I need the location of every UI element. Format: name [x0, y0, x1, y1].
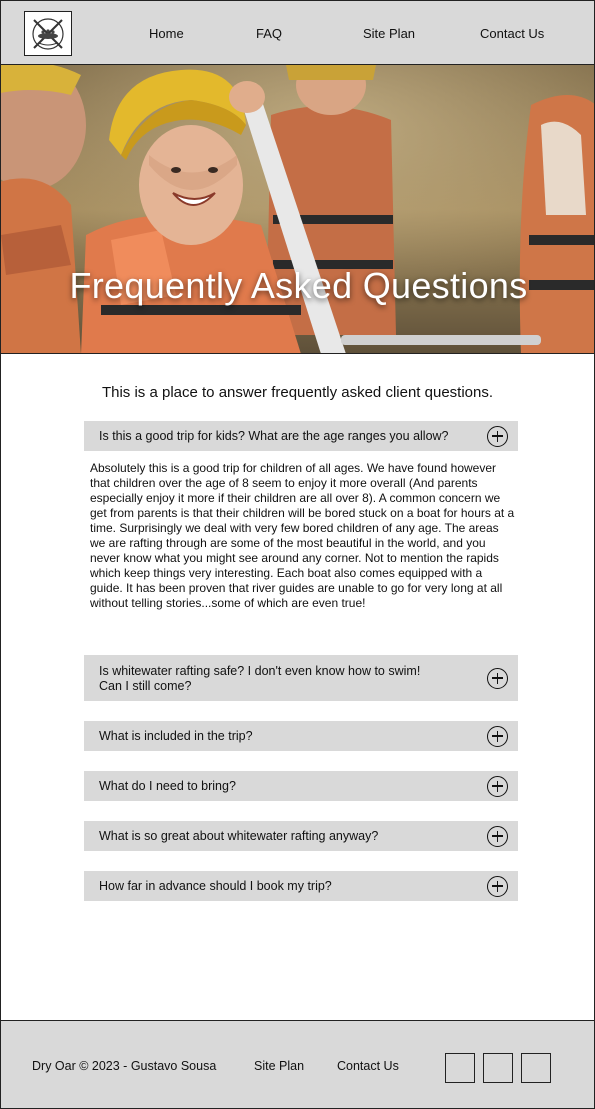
plus-circle-icon[interactable] [487, 775, 508, 797]
faq-item-kids[interactable]: Is this a good trip for kids? What are t… [84, 421, 518, 451]
faq-question: What is included in the trip? [99, 729, 253, 743]
faq-item-safety[interactable]: Is whitewater rafting safe? I don't even… [84, 655, 518, 701]
faq-question: Is this a good trip for kids? What are t… [99, 429, 449, 443]
footer-link-site-plan[interactable]: Site Plan [254, 1021, 304, 1109]
rafting-logo-icon [32, 17, 64, 50]
faq-item-advance[interactable]: How far in advance should I book my trip… [84, 871, 518, 901]
plus-circle-icon[interactable] [487, 425, 508, 447]
faq-question: How far in advance should I book my trip… [99, 879, 332, 893]
faq-item-included[interactable]: What is included in the trip? [84, 721, 518, 751]
social-icon-2[interactable] [483, 1053, 513, 1083]
nav-site-plan[interactable]: Site Plan [363, 1, 415, 66]
hero-banner: Frequently Asked Questions [0, 65, 595, 354]
nav-contact-us[interactable]: Contact Us [480, 1, 544, 66]
faq-item-bring[interactable]: What do I need to bring? [84, 771, 518, 801]
faq-question: What do I need to bring? [99, 779, 236, 793]
plus-circle-icon[interactable] [487, 875, 508, 897]
footer-copyright: Dry Oar © 2023 - Gustavo Sousa [32, 1058, 217, 1073]
plus-circle-icon[interactable] [487, 725, 508, 747]
faq-question-line2: Can I still come? [99, 679, 192, 693]
site-footer: Dry Oar © 2023 - Gustavo Sousa Site Plan… [0, 1020, 595, 1109]
intro-text: This is a place to answer frequently ask… [101, 384, 494, 401]
site-header: Home FAQ Site Plan Contact Us [0, 0, 595, 65]
social-icon-1[interactable] [445, 1053, 475, 1083]
plus-circle-icon[interactable] [487, 667, 508, 689]
plus-circle-icon[interactable] [487, 825, 508, 847]
nav-faq[interactable]: FAQ [256, 1, 282, 66]
social-icon-3[interactable] [521, 1053, 551, 1083]
faq-item-great[interactable]: What is so great about whitewater raftin… [84, 821, 518, 851]
faq-question: What is so great about whitewater raftin… [99, 829, 379, 843]
faq-question-line1: Is whitewater rafting safe? I don't even… [99, 664, 421, 678]
nav-home[interactable]: Home [149, 1, 184, 66]
footer-link-contact-us[interactable]: Contact Us [337, 1021, 399, 1109]
logo[interactable] [24, 11, 72, 56]
faq-answer: Absolutely this is a good trip for child… [90, 461, 515, 610]
hero-photo-illustration [1, 65, 594, 353]
hero-title: Frequently Asked Questions [69, 265, 528, 306]
